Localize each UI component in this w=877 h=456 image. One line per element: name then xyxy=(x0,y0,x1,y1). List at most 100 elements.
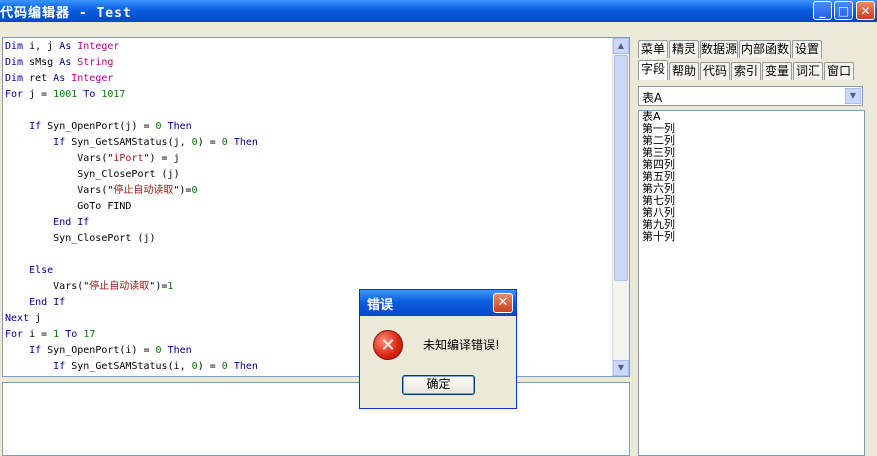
chevron-down-icon[interactable]: ▼ xyxy=(845,88,861,104)
scroll-down-icon[interactable]: ▼ xyxy=(613,360,629,376)
code-token: String xyxy=(77,57,114,68)
code-token: End xyxy=(29,297,48,308)
tab-tabs_row2-2[interactable]: 代码 xyxy=(700,62,730,80)
code-token: Syn_GetSAMStatus(j, xyxy=(65,137,192,148)
code-token: End xyxy=(53,217,72,228)
code-token: If xyxy=(53,361,66,372)
code-token: For xyxy=(5,329,24,340)
scroll-up-icon[interactable]: ▲ xyxy=(613,38,629,54)
minimize-icon[interactable]: _ xyxy=(813,1,832,20)
code-token: Next xyxy=(5,313,30,324)
code-line[interactable]: For i = 1 To 17 xyxy=(5,327,258,343)
code-token: As xyxy=(53,73,66,84)
ok-button[interactable]: 确定 xyxy=(402,375,475,395)
tab-tabs_row2-6[interactable]: 窗口 xyxy=(824,62,854,80)
tab-tabs_row2-0[interactable]: 字段 xyxy=(638,60,668,80)
code-token: Syn_GetSAMStatus(i, xyxy=(65,361,192,372)
code-token: Dim xyxy=(5,73,24,84)
code-token: ")= xyxy=(173,185,192,196)
code-token: If xyxy=(77,217,90,228)
code-token: 17 xyxy=(83,329,96,340)
code-token: ) = xyxy=(197,137,222,148)
code-line[interactable]: GoTo FIND xyxy=(5,199,258,215)
tab-tabs_row1-1[interactable]: 精灵 xyxy=(669,40,699,58)
code-token: Then xyxy=(233,361,258,372)
tab-tabs_row2-1[interactable]: 帮助 xyxy=(669,62,699,80)
code-token: To xyxy=(83,89,96,100)
dialog-close-icon[interactable]: ✕ xyxy=(493,293,513,313)
code-line[interactable]: End If xyxy=(5,215,258,231)
code-token: ret xyxy=(23,73,54,84)
code-line[interactable]: Syn_ClosePort (j) xyxy=(5,231,258,247)
code-token: 1017 xyxy=(101,89,126,100)
code-token: Syn_OpenPort(i) = xyxy=(41,345,156,356)
field-list[interactable]: 表A 第一列 第二列 第三列 第四列 第五列 第六列 第七列 第八列 第九列 第十列 xyxy=(638,110,865,456)
code-token: If xyxy=(53,137,66,148)
tab-tabs_row1-0[interactable]: 菜单 xyxy=(638,40,668,58)
code-line[interactable]: For j = 1001 To 1017 xyxy=(5,87,258,103)
dialog-message: 未知编译错误! xyxy=(423,338,500,352)
code-token: 停止自动读取 xyxy=(113,185,174,196)
code-editor[interactable]: Dim i, j As Integer Dim sMsg As String Dim… xyxy=(2,37,630,377)
window-title: 代码编辑器 - Test xyxy=(0,6,132,21)
code-token: Vars(" xyxy=(5,281,90,292)
code-token: ") = j xyxy=(143,153,180,164)
code-line[interactable]: If Syn_GetSAMStatus(i, 0) = 0 Then xyxy=(5,359,258,375)
code-token: j xyxy=(29,313,42,324)
code-line[interactable]: Syn_ClosePort (j) xyxy=(5,167,258,183)
code-line[interactable]: If Syn_OpenPort(i) = 0 Then xyxy=(5,343,258,359)
code-line[interactable]: Next j xyxy=(5,311,258,327)
table-select[interactable]: 表A ▼ xyxy=(638,86,863,106)
code-line[interactable]: Dim i, j As Integer xyxy=(5,39,258,55)
code-token: i = xyxy=(23,329,54,340)
code-token: Integer xyxy=(71,73,114,84)
code-token: Else xyxy=(29,265,54,276)
code-line[interactable] xyxy=(5,103,258,119)
code-line[interactable]: Else xyxy=(5,263,258,279)
code-line[interactable]: End If xyxy=(5,295,258,311)
code-token: 0 xyxy=(191,185,198,196)
dialog-title: 错误 xyxy=(367,298,394,313)
scroll-thumb[interactable] xyxy=(614,55,628,281)
output-pane[interactable] xyxy=(2,382,630,456)
close-icon[interactable]: ✕ xyxy=(856,1,875,20)
code-token: Then xyxy=(167,121,192,132)
code-token: Integer xyxy=(77,41,120,52)
code-token: j = xyxy=(23,89,54,100)
code-token: If xyxy=(29,345,42,356)
tab-tabs_row2-4[interactable]: 变量 xyxy=(762,62,792,80)
maximize-icon[interactable]: □ xyxy=(834,1,853,20)
tab-tabs_row1-4[interactable]: 设置 xyxy=(792,40,822,58)
editor-scrollbar[interactable]: ▲ ▼ xyxy=(612,38,629,376)
tab-tabs_row1-2[interactable]: 数据源 xyxy=(700,40,738,58)
code-line[interactable]: Vars("iPort") = j xyxy=(5,151,258,167)
tab-tabs_row2-5[interactable]: 词汇 xyxy=(793,62,823,80)
code-token: 1001 xyxy=(53,89,78,100)
code-line[interactable]: Dim ret As Integer xyxy=(5,71,258,87)
code-line[interactable]: Dim sMsg As String xyxy=(5,55,258,71)
code-line[interactable]: If Syn_OpenPort(j) = 0 Then xyxy=(5,119,258,135)
tab-tabs_row2-3[interactable]: 索引 xyxy=(731,62,761,80)
tab-tabs_row1-3[interactable]: 内部函数 xyxy=(739,40,791,58)
code-token: Syn_ClosePort (j) xyxy=(5,169,180,180)
code-token: sMsg xyxy=(23,57,60,68)
code-token: For xyxy=(5,89,24,100)
code-line[interactable]: If Syn_GetSAMStatus(j, 0) = 0 Then xyxy=(5,135,258,151)
list-item[interactable]: 第十列 xyxy=(639,231,864,243)
code-line[interactable]: Vars("停止自动读取")=0 xyxy=(5,183,258,199)
table-select-value: 表A xyxy=(642,91,663,105)
code-text[interactable]: Dim i, j As Integer Dim sMsg As String Dim… xyxy=(5,39,258,375)
code-token: 1 xyxy=(167,281,174,292)
code-token: Then xyxy=(167,345,192,356)
code-token: Vars(" xyxy=(5,153,114,164)
code-token: Dim xyxy=(5,57,24,68)
code-token: If xyxy=(29,121,42,132)
code-token: As xyxy=(59,41,72,52)
code-line[interactable] xyxy=(5,247,258,263)
code-token: iPort xyxy=(113,153,144,164)
code-line[interactable]: Vars("停止自动读取")=1 xyxy=(5,279,258,295)
